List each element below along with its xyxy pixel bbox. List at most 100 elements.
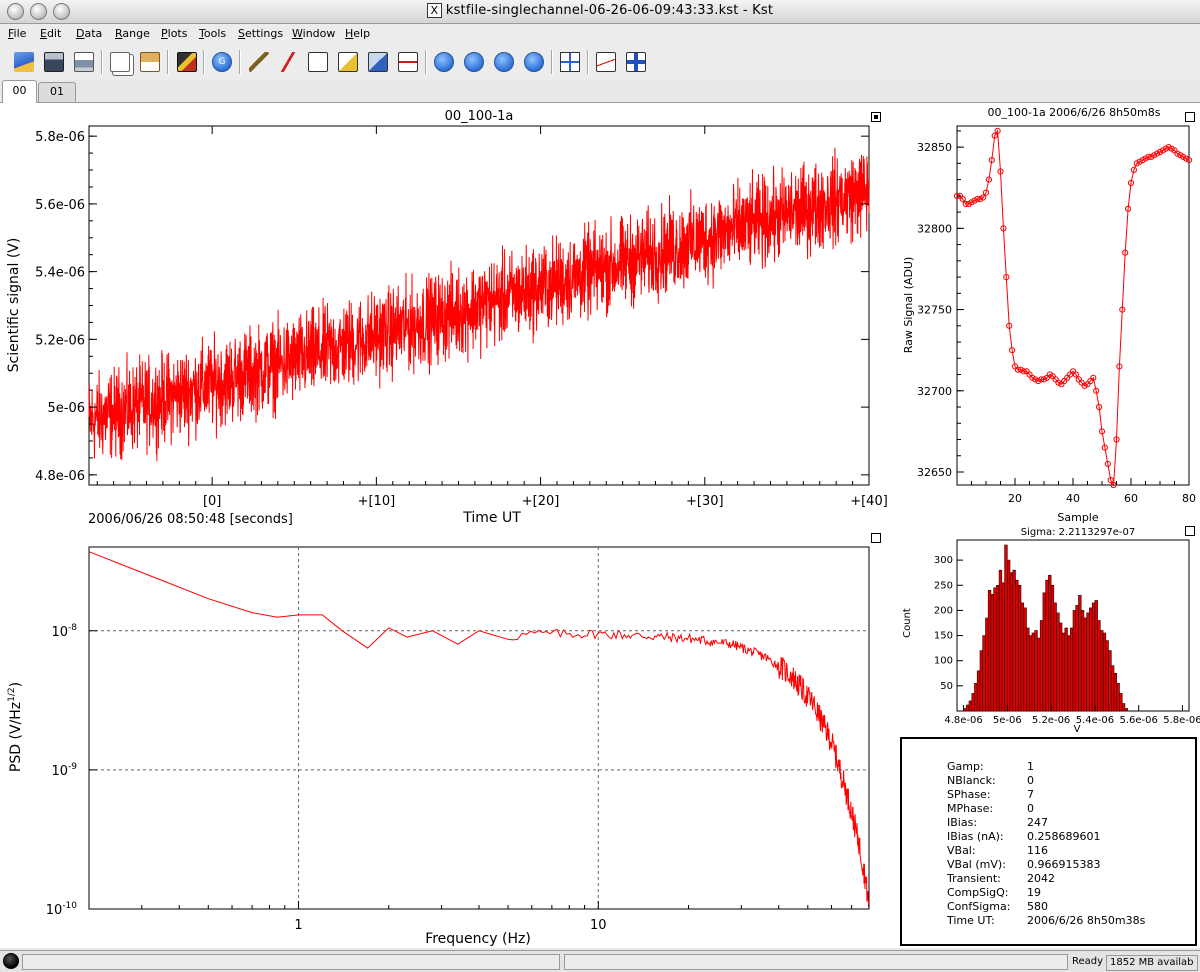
layout-button[interactable] — [395, 49, 421, 75]
timeseries-ytick-label: 5e-06 — [47, 401, 85, 416]
histogram-bar — [998, 569, 1003, 712]
paste-icon — [140, 52, 160, 72]
histogram-bar — [1091, 602, 1096, 712]
histogram-title: Sigma: 2.2113297e-07 — [1021, 527, 1135, 538]
zoom-mode-button[interactable] — [593, 49, 619, 75]
info-value: 1 — [1027, 760, 1034, 773]
layout-mode-button[interactable] — [623, 49, 649, 75]
info-value: 116 — [1027, 844, 1048, 857]
timeseries-xtick-label: +[40] — [850, 494, 888, 509]
raw-maximize-box[interactable] — [1185, 112, 1195, 122]
psd-ylabel-sup: 1/2 — [7, 687, 17, 701]
edit-button[interactable] — [365, 49, 391, 75]
histogram-bar — [1004, 544, 1008, 712]
menu-range[interactable]: Range — [115, 27, 150, 40]
open-icon — [14, 52, 34, 72]
histogram-bar — [1039, 620, 1044, 712]
timeseries-maximize-box[interactable] — [871, 112, 881, 122]
grid-button[interactable] — [557, 49, 583, 75]
histogram-bar — [1111, 665, 1115, 712]
histogram-bar — [971, 693, 975, 712]
histogram-bar — [974, 682, 978, 712]
raw-xtick-label: 40 — [1066, 492, 1080, 505]
histogram-bar — [1105, 640, 1109, 712]
psd-frame — [88, 546, 870, 910]
histogram-ytick-label: 150 — [934, 631, 953, 642]
histogram-bar — [1121, 703, 1126, 712]
last-frame-button[interactable] — [521, 49, 547, 75]
histogram-bar — [968, 700, 973, 712]
info-key: CompSigQ: — [947, 886, 1009, 899]
pause-button[interactable] — [491, 49, 517, 75]
info-panel[interactable]: Gamp: 1 NBlanck: 0 SPhase: 7 MPhase: 0 IBias: 247… — [900, 737, 1197, 946]
timeseries-ytick-label: 5.6e-06 — [35, 198, 85, 213]
histogram-bar — [1124, 708, 1129, 712]
histogram-bar — [1034, 630, 1038, 712]
psd-maximize-box[interactable] — [871, 533, 881, 543]
info-key: VBal: — [947, 844, 976, 857]
print-icon — [74, 52, 94, 72]
histogram-bar — [1064, 627, 1068, 712]
new-equation-button[interactable] — [335, 49, 361, 75]
histogram-xtick-label: 5.8e-06 — [1163, 715, 1200, 726]
menu-data[interactable]: Data — [76, 27, 102, 40]
first-frame-button[interactable] — [431, 49, 457, 75]
raw-signal-plot[interactable]: 20 40 60 80 32650 32700 32750 32800 32850 00_100… — [902, 106, 1196, 524]
histogram-xtick-label: 5.2e-06 — [1032, 715, 1070, 726]
new-curve-button[interactable] — [275, 49, 301, 75]
first-icon — [434, 52, 454, 72]
data-wizard-button[interactable] — [246, 49, 272, 75]
forward-button[interactable] — [461, 49, 487, 75]
new-plugin-button[interactable] — [305, 49, 331, 75]
menu-help[interactable]: Help — [345, 27, 370, 40]
info-key: NBlanck: — [947, 774, 996, 787]
open-button[interactable] — [11, 49, 37, 75]
window-title: kstfile-singlechannel-06-26-06-09:43:33.… — [445, 3, 774, 18]
menu-window[interactable]: Window — [292, 27, 335, 40]
new-equation-icon — [338, 52, 358, 72]
histogram-maximize-box[interactable] — [1185, 526, 1195, 536]
psd-ytick-base: 10 — [46, 903, 63, 918]
histogram-plot[interactable]: 4.8e-06 5e-06 5.2e-06 5.4e-06 5.6e-06 5.8e-06… — [902, 527, 1200, 735]
psd-ytick-label: 10-10 — [46, 901, 78, 918]
status-bar: Ready 1852 MB availab — [0, 950, 1200, 972]
psd-plot[interactable]: 1 1010-810-910-10 Frequency (Hz) PSD (V/H… — [7, 546, 870, 947]
histogram-bar — [1023, 607, 1027, 712]
menu-edit[interactable]: Edit — [40, 27, 61, 40]
reload-button[interactable]: G — [209, 49, 235, 75]
grid-icon — [560, 52, 580, 72]
save-button[interactable] — [41, 49, 67, 75]
histogram-ylabel: Count — [902, 608, 913, 638]
menu-tools[interactable]: Tools — [199, 27, 226, 40]
export-button[interactable] — [174, 49, 200, 75]
export-icon — [177, 52, 197, 72]
tab-01[interactable]: 01 — [38, 82, 76, 102]
reload-icon: G — [212, 52, 232, 72]
menu-file[interactable]: File — [8, 27, 26, 40]
paste-button[interactable] — [137, 49, 163, 75]
copy-button[interactable] — [107, 49, 133, 75]
menu-bar: File Edit Data Range Plots Tools Setting… — [0, 24, 1200, 44]
psd-ytick-base: 10 — [51, 764, 68, 779]
histogram-bar — [1053, 602, 1057, 712]
plot-workspace[interactable]: [0] +[10] +[20] +[30] +[40] 4.8e-06 5e-06 5.2e-… — [0, 102, 1200, 948]
timeseries-ytick-label: 5.8e-06 — [35, 130, 85, 145]
histogram-bar — [996, 584, 1000, 712]
status-field-main — [22, 954, 560, 970]
print-button[interactable] — [71, 49, 97, 75]
histogram-xtick-label: 5.6e-06 — [1119, 715, 1157, 726]
info-value: 0 — [1027, 774, 1034, 787]
histogram-bar — [1100, 630, 1104, 712]
histogram-bar — [1050, 584, 1055, 712]
status-memory-text: 1852 MB availab — [1106, 955, 1198, 971]
histogram-bar — [1020, 602, 1025, 712]
layout-mode-icon — [626, 52, 646, 72]
histogram-bar — [976, 670, 981, 712]
tab-00[interactable]: 00 — [2, 80, 37, 103]
timeseries-plot[interactable]: [0] +[10] +[20] +[30] +[40] 4.8e-06 5e-06 5.2e-… — [6, 109, 888, 527]
zoom-icon — [596, 52, 616, 72]
menu-settings[interactable]: Settings — [238, 27, 283, 40]
menu-plots[interactable]: Plots — [161, 27, 187, 40]
raw-title: 00_100-1a 2006/6/26 8h50m8s — [987, 106, 1160, 119]
histogram-bar — [1083, 617, 1087, 712]
